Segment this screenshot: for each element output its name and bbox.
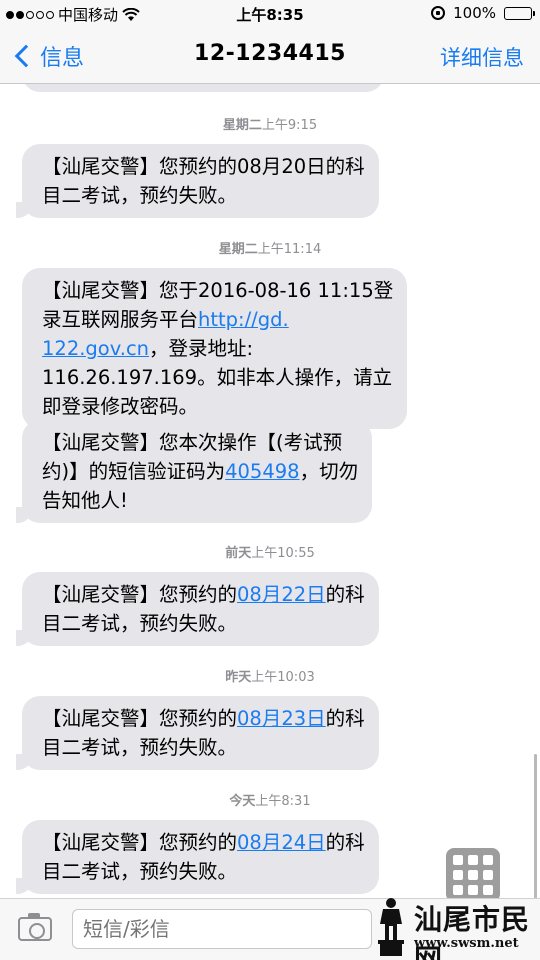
message-text: ，切勿 xyxy=(299,460,359,483)
timestamp-time: 上午8:31 xyxy=(255,794,311,809)
message-bubble[interactable]: 【汕尾交警】您预约的08月23日的科 目二考试，预约失败。 xyxy=(16,696,379,770)
battery-icon xyxy=(504,6,535,20)
keypad-icon[interactable] xyxy=(446,848,500,902)
message-line: 即登录修改密码。 xyxy=(42,395,199,418)
message-text: 约)】的短信验证码为 xyxy=(42,460,226,483)
timestamp: 昨天上午10:03 xyxy=(0,666,540,685)
status-right: 100% xyxy=(431,4,535,22)
timestamp-time: 上午10:03 xyxy=(251,670,315,685)
bubble-tail xyxy=(16,202,32,218)
message-line: 【汕尾交警】您预约的08月20日的科 xyxy=(42,155,365,178)
site-watermark: 汕尾市民网 www.swsm.net xyxy=(374,896,534,960)
url-link[interactable]: http://gd. xyxy=(198,308,289,331)
verification-code-link[interactable]: 405498 xyxy=(225,460,299,483)
timestamp: 星期二上午9:15 xyxy=(0,114,540,133)
date-link[interactable]: 08月24日 xyxy=(237,831,326,854)
message-line: 【汕尾交警】您本次操作【(考试预 xyxy=(42,431,343,454)
message-text: ，登录地址: xyxy=(149,337,254,360)
message-line: 约)】的短信验证码为405498，切勿 xyxy=(42,457,358,486)
timestamp-time: 上午9:15 xyxy=(261,118,318,133)
message-list[interactable]: 星期二上午9:15 【汕尾交警】您预约的08月20日的科 目二考试，预约失败。 … xyxy=(0,84,540,898)
timestamp-day: 星期二 xyxy=(218,242,258,257)
message-bubble[interactable]: 【汕尾交警】您预约的08月22日的科 目二考试，预约失败。 xyxy=(16,572,379,646)
bubble-tail xyxy=(16,507,32,523)
watermark-url: www.swsm.net xyxy=(414,936,519,951)
message-line: 116.26.197.169。如非本人操作，请立 xyxy=(42,366,393,389)
message-text: 的科 xyxy=(325,831,365,854)
timestamp: 前天上午10:55 xyxy=(0,542,540,561)
battery-percent: 100% xyxy=(453,4,496,22)
navigation-bar: 信息 12-1234415 详细信息 xyxy=(0,28,540,84)
message-line: 录互联网服务平台http://gd. xyxy=(42,305,393,334)
message-text: 【汕尾交警】您预约的 xyxy=(42,707,238,730)
bubble-tail xyxy=(16,630,32,646)
message-text: 的科 xyxy=(325,583,365,606)
timestamp: 星期二上午11:14 xyxy=(0,238,540,257)
date-link[interactable]: 08月23日 xyxy=(237,707,326,730)
timestamp-day: 昨天 xyxy=(225,670,252,685)
timestamp: 今天上午8:31 xyxy=(0,790,540,809)
message-bubble[interactable]: 【汕尾交警】您预约的08月24日的科 目二考试，预约失败。 xyxy=(16,820,379,894)
message-line: 122.gov.cn，登录地址: xyxy=(42,334,393,363)
message-bubble[interactable]: 【汕尾交警】您预约的08月20日的科 目二考试，预约失败。 xyxy=(16,144,379,218)
date-link[interactable]: 08月22日 xyxy=(237,583,326,606)
bubble-tail xyxy=(16,878,32,894)
message-line: 【汕尾交警】您预约的08月24日的科 xyxy=(42,828,365,857)
timestamp-time: 上午11:14 xyxy=(257,242,322,257)
message-input[interactable] xyxy=(72,909,372,949)
scrollbar[interactable] xyxy=(534,754,537,898)
message-bubble[interactable]: 【汕尾交警】您于2016-08-16 11:15登 录互联网服务平台http:/… xyxy=(22,268,408,429)
message-line: 【汕尾交警】您预约的08月23日的科 xyxy=(42,704,365,733)
message-line: 【汕尾交警】您预约的08月22日的科 xyxy=(42,580,365,609)
message-line: 目二考试，预约失败。 xyxy=(42,612,238,635)
message-text: 【汕尾交警】您预约的 xyxy=(42,583,238,606)
message-bubble[interactable]: 【汕尾交警】您本次操作【(考试预 约)】的短信验证码为405498，切勿 告知他… xyxy=(16,420,373,523)
message-line: 告知他人! xyxy=(42,489,128,512)
message-line: 目二考试，预约失败。 xyxy=(42,184,238,207)
statue-figure-icon xyxy=(378,898,404,956)
message-text: 录互联网服务平台 xyxy=(42,308,199,331)
timestamp-time: 上午10:55 xyxy=(251,546,315,561)
rotation-lock-icon xyxy=(431,6,446,20)
timestamp-day: 今天 xyxy=(229,794,256,809)
timestamp-day: 星期二 xyxy=(222,118,262,133)
message-text: 的科 xyxy=(325,707,365,730)
timestamp-day: 前天 xyxy=(225,546,252,561)
previous-message-bubble xyxy=(22,84,384,92)
message-text: 【汕尾交警】您预约的 xyxy=(42,831,238,854)
details-button[interactable]: 详细信息 xyxy=(440,42,524,72)
url-link[interactable]: 122.gov.cn xyxy=(42,337,149,360)
camera-icon[interactable] xyxy=(18,913,52,941)
status-bar: 中国移动 上午8:35 100% xyxy=(0,0,540,28)
bubble-tail xyxy=(16,754,32,770)
message-line: 【汕尾交警】您于2016-08-16 11:15登 xyxy=(42,279,394,302)
message-line: 目二考试，预约失败。 xyxy=(42,736,238,759)
message-line: 目二考试，预约失败。 xyxy=(42,860,238,883)
